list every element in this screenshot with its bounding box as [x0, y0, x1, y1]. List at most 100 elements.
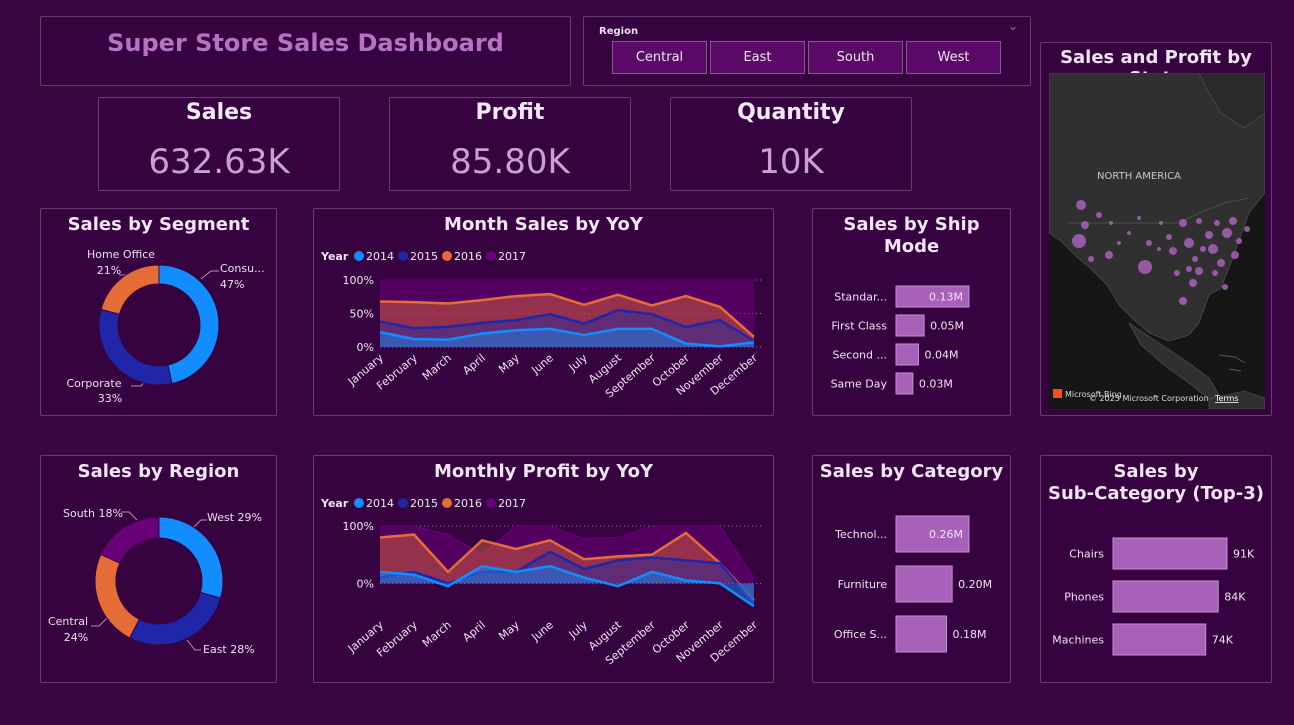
map-bubble[interactable] [1236, 238, 1242, 244]
legend-dot-2016[interactable] [442, 498, 452, 508]
legend-label-2017[interactable]: 2017 [498, 250, 526, 263]
bar-category-label: Phones [1064, 591, 1104, 604]
map-bubble[interactable] [1137, 216, 1141, 220]
legend-dot-2017[interactable] [486, 498, 496, 508]
bar[interactable] [895, 615, 948, 653]
x-tick-label: May [496, 351, 522, 376]
kpi-sales-value: 632.63K [148, 142, 290, 182]
map-bubble[interactable] [1076, 200, 1086, 210]
region-card: Sales by Region South 18% West 29% Centr… [40, 455, 277, 683]
map-bubble[interactable] [1166, 234, 1172, 240]
map-bubble[interactable] [1157, 247, 1161, 251]
y-tick-label: 100% [343, 520, 374, 533]
segment-slice-1[interactable] [98, 308, 173, 386]
map-bubble[interactable] [1200, 246, 1206, 252]
map-bubble[interactable] [1159, 221, 1163, 225]
map-bubble[interactable] [1096, 212, 1102, 218]
sales-profit-map[interactable]: NORTH AMERICA Microsoft Bing © 2025 Micr… [1049, 73, 1265, 409]
legend-dot-2016[interactable] [442, 251, 452, 261]
map-bubble[interactable] [1088, 256, 1094, 262]
map-bubble[interactable] [1146, 240, 1152, 246]
legend-label-2017[interactable]: 2017 [498, 497, 526, 510]
map-bubble[interactable] [1212, 270, 1218, 276]
map-bubble[interactable] [1179, 297, 1187, 305]
legend-dot-2015[interactable] [398, 251, 408, 261]
legend-label-2016[interactable]: 2016 [454, 497, 482, 510]
map-bubble[interactable] [1229, 217, 1237, 225]
map-bubble[interactable] [1214, 220, 1220, 226]
map-bubble[interactable] [1244, 226, 1250, 232]
map-bubble[interactable] [1105, 251, 1113, 259]
bar-value-label: 74K [1212, 634, 1234, 647]
map-bubble[interactable] [1117, 241, 1121, 245]
region-slice-3[interactable] [100, 516, 160, 564]
map-bubble[interactable] [1217, 259, 1225, 267]
region-slice-1[interactable] [128, 591, 222, 646]
segment-donut-chart[interactable]: Home Office 21% Consu... 47% Corporate 3… [41, 209, 276, 415]
map-bubble[interactable] [1081, 221, 1089, 229]
region-slice-2[interactable] [94, 553, 140, 639]
x-tick-label: June [528, 618, 556, 644]
legend-dot-2015[interactable] [398, 498, 408, 508]
bar[interactable] [895, 314, 925, 337]
slicer-option-east[interactable]: East [710, 41, 805, 74]
map-bubble[interactable] [1127, 231, 1131, 235]
slicer-option-central[interactable]: Central [612, 41, 707, 74]
map-bubble[interactable] [1184, 238, 1194, 248]
slicer-option-west[interactable]: West [906, 41, 1001, 74]
kpi-profit-label: Profit [475, 100, 545, 125]
legend-dot-2017[interactable] [486, 251, 496, 261]
map-bubble[interactable] [1174, 270, 1180, 276]
map-bubble[interactable] [1222, 284, 1228, 290]
map-bubble[interactable] [1186, 266, 1192, 272]
month-sales-area-chart[interactable]: Year 2014 2015 2016 2017100%50%0%JanuaryFebr… [314, 209, 773, 415]
legend-label-2014[interactable]: 2014 [366, 497, 394, 510]
map-bubble[interactable] [1205, 231, 1213, 239]
category-bar-chart[interactable]: Technol... 0.26M Furniture 0.20M Office S...… [813, 456, 1010, 682]
map-bubble[interactable] [1109, 221, 1113, 225]
monthly-profit-area-chart[interactable]: Year 2014 2015 2016 2017100%0%JanuaryFebruar… [314, 456, 773, 682]
y-tick-label: 50% [350, 308, 374, 321]
map-bubble[interactable] [1138, 260, 1152, 274]
legend-title: Year [320, 497, 349, 510]
map-bubble[interactable] [1189, 279, 1197, 287]
region-donut-chart[interactable]: South 18% West 29% Central 24% East 28% [41, 456, 276, 682]
bar[interactable] [895, 565, 953, 603]
map-attribution: © 2025 Microsoft Corporation [1089, 394, 1209, 403]
map-bubble[interactable] [1196, 218, 1202, 224]
map-bubble[interactable] [1195, 267, 1203, 275]
bar-category-label: Technol... [834, 528, 887, 541]
bar[interactable] [1112, 537, 1228, 570]
legend-dot-2014[interactable] [354, 498, 364, 508]
map-bubble[interactable] [1169, 247, 1177, 255]
bar[interactable] [1112, 580, 1219, 613]
legend-label-2016[interactable]: 2016 [454, 250, 482, 263]
x-tick-label: March [420, 618, 454, 650]
map-bubble[interactable] [1208, 244, 1218, 254]
slicer-option-south[interactable]: South [808, 41, 903, 74]
map-terms-link[interactable]: Terms [1214, 394, 1239, 403]
region-slice-0[interactable] [158, 516, 224, 599]
map-bubble[interactable] [1072, 234, 1086, 248]
bar[interactable] [895, 372, 914, 395]
segment-leader-consumer [200, 270, 219, 280]
subcategory-bar-chart[interactable]: Chairs 91K Phones 84K Machines 74K [1041, 456, 1271, 682]
category-card: Sales by Category Technol... 0.26M Furnitu… [812, 455, 1011, 683]
bar-value-label: 0.05M [930, 320, 964, 333]
bar-category-label: Same Day [831, 378, 888, 391]
legend-label-2015[interactable]: 2015 [410, 250, 438, 263]
map-bubble[interactable] [1222, 228, 1232, 238]
legend-dot-2014[interactable] [354, 251, 364, 261]
ship-mode-bar-chart[interactable]: Standar... 0.13M First Class 0.05M Second ..… [813, 209, 1010, 415]
legend-label-2014[interactable]: 2014 [366, 250, 394, 263]
chevron-down-icon[interactable]: ⌄ [1008, 19, 1018, 33]
map-bubble[interactable] [1231, 251, 1239, 259]
bar[interactable] [895, 343, 919, 366]
bar[interactable] [1112, 623, 1207, 656]
region-leader-central [91, 617, 108, 627]
legend-label-2015[interactable]: 2015 [410, 497, 438, 510]
x-tick-label: April [460, 618, 488, 644]
map-bubble[interactable] [1179, 219, 1187, 227]
legend-title: Year [320, 250, 349, 263]
map-bubble[interactable] [1192, 256, 1198, 262]
